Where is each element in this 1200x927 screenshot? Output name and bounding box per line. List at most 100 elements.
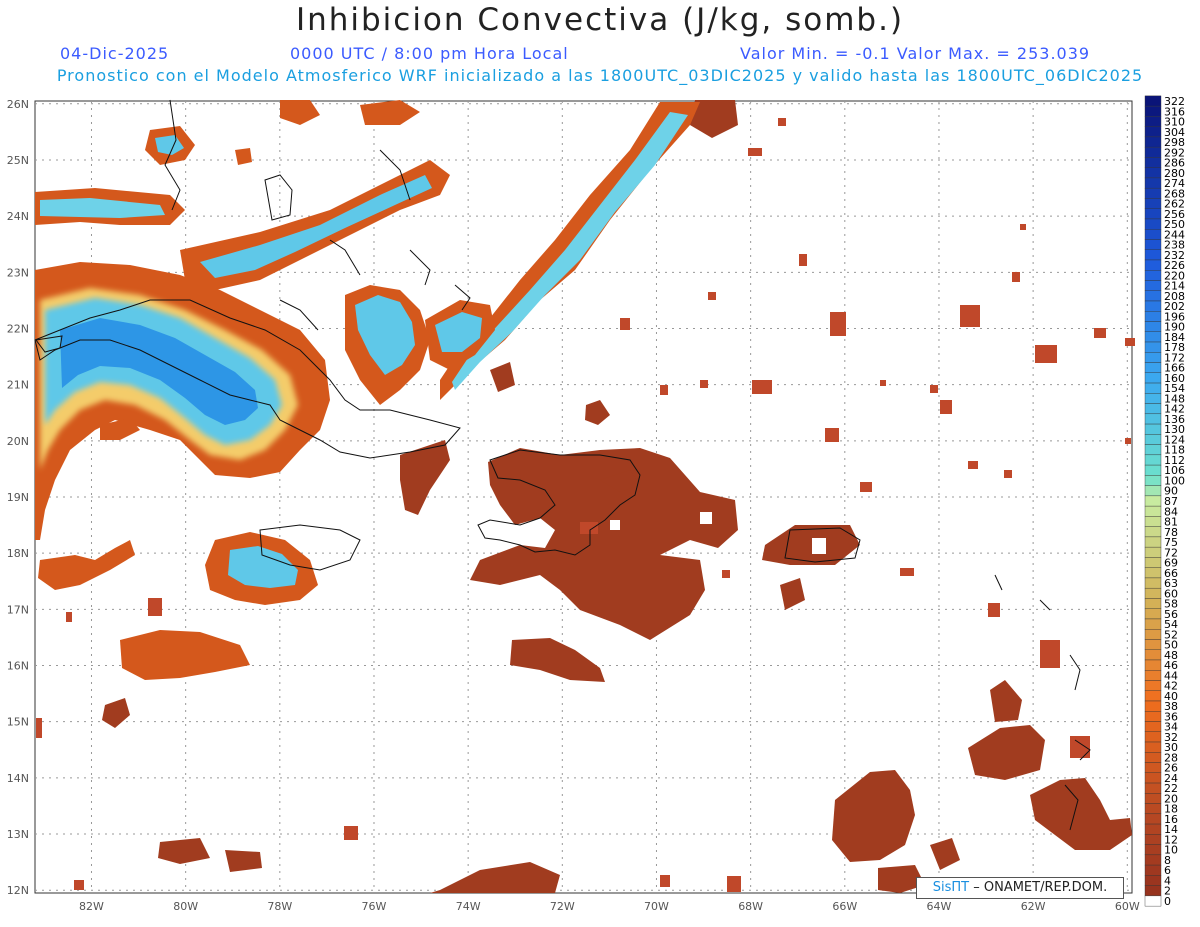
colorbar-swatch — [1144, 413, 1162, 425]
colorbar-swatch — [1144, 854, 1162, 866]
map-canvas: 82W 80W 78W 76W 74W 72W 70W 68W 66W 64W 62W 60W 12N 1… — [7, 95, 1185, 913]
colorbar-swatch — [1144, 362, 1162, 373]
colorbar-swatch — [1144, 875, 1162, 886]
colorbar-swatch — [1144, 218, 1162, 230]
colorbar-swatch — [1144, 823, 1162, 835]
lon-tick-label: 72W — [550, 900, 575, 913]
colorbar-swatch — [1144, 116, 1162, 127]
colorbar-swatch — [1144, 321, 1162, 332]
lat-tick-label: 17N — [7, 603, 29, 616]
colorbar-swatch — [1144, 731, 1162, 743]
colorbar-swatch — [1144, 587, 1162, 599]
colorbar-swatch — [1144, 475, 1162, 486]
colorbar-swatch — [1144, 536, 1162, 548]
colorbar-swatch — [1144, 690, 1162, 702]
colorbar-swatch — [1144, 454, 1162, 466]
lat-tick-label: 19N — [7, 491, 29, 504]
lon-tick-label: 62W — [1021, 900, 1046, 913]
colorbar-swatch — [1144, 259, 1162, 271]
colorbar-swatch — [1144, 803, 1162, 815]
colorbar-swatch — [1144, 187, 1162, 199]
colorbar-swatch — [1144, 423, 1162, 435]
colorbar-swatch — [1144, 608, 1162, 620]
colorbar-swatch — [1144, 567, 1162, 579]
colorbar-swatch — [1144, 505, 1162, 517]
lat-tick-label: 16N — [7, 660, 29, 673]
colorbar-swatch — [1144, 772, 1162, 784]
lon-tick-label: 74W — [456, 900, 481, 913]
colorbar-swatch — [1144, 382, 1162, 394]
lat-tick-label: 13N — [7, 828, 29, 841]
colorbar-swatch — [1144, 311, 1162, 322]
colorbar-swatch — [1144, 711, 1162, 722]
colorbar-swatch — [1144, 331, 1162, 343]
colorbar-swatch — [1144, 198, 1162, 209]
colorbar-swatch — [1144, 885, 1162, 897]
lat-tick-label: 22N — [7, 322, 29, 335]
colorbar-swatch — [1144, 146, 1162, 158]
credit-brand: SisПT — [932, 880, 970, 895]
colorbar-swatch — [1144, 864, 1162, 876]
colorbar-swatch — [1144, 485, 1162, 497]
lat-tick-label: 20N — [7, 435, 29, 448]
colorbar-swatch — [1144, 659, 1162, 671]
colorbar-swatch — [1144, 495, 1162, 507]
lon-tick-label: 78W — [267, 900, 292, 913]
lat-tick-label: 18N — [7, 547, 29, 560]
colorbar-swatch — [1144, 167, 1162, 179]
lon-tick-label: 64W — [927, 900, 952, 913]
colorbar-swatch — [1144, 782, 1162, 794]
colorbar-swatch — [1144, 239, 1162, 250]
lat-tick-label: 14N — [7, 772, 29, 785]
lon-tick-label: 66W — [832, 900, 857, 913]
colorbar-swatch — [1144, 208, 1162, 220]
colorbar-swatch — [1144, 639, 1162, 650]
colorbar-swatch — [1144, 105, 1162, 117]
colorbar-label: 0 — [1164, 895, 1171, 908]
colorbar-swatch — [1144, 721, 1162, 732]
colorbar-swatch — [1144, 834, 1162, 845]
colorbar-swatch — [1144, 157, 1162, 168]
colorbar-swatch — [1144, 393, 1162, 404]
colorbar-swatch — [1144, 526, 1162, 538]
colorbar-swatch — [1144, 249, 1162, 261]
colorbar-swatch — [1144, 136, 1162, 148]
lat-tick-label: 23N — [7, 266, 29, 279]
lat-tick-label: 15N — [7, 716, 29, 729]
colorbar-swatch — [1144, 341, 1162, 353]
colorbar-swatch — [1144, 516, 1162, 527]
colorbar-swatch — [1144, 680, 1162, 691]
colorbar-swatch — [1144, 557, 1162, 568]
colorbar-swatch — [1144, 546, 1162, 558]
colorbar-swatch — [1144, 372, 1162, 384]
colorbar-swatch — [1144, 629, 1162, 640]
colorbar-swatch — [1144, 270, 1162, 281]
credit-org: – ONAMET/REP.DOM. — [973, 880, 1108, 895]
colorbar-swatch — [1144, 464, 1162, 476]
colorbar-swatch — [1144, 280, 1162, 291]
colorbar-swatch — [1144, 95, 1162, 107]
colorbar-swatch — [1144, 598, 1162, 609]
colorbar-swatch — [1144, 444, 1162, 456]
colorbar-swatch — [1144, 752, 1162, 763]
colorbar-swatch — [1144, 741, 1162, 753]
colorbar-swatch — [1144, 844, 1162, 856]
lon-tick-label: 82W — [79, 900, 104, 913]
colorbar-swatch — [1144, 649, 1162, 661]
colorbar-swatch — [1144, 762, 1162, 773]
lon-tick-label: 80W — [173, 900, 198, 913]
colorbar-swatch — [1144, 434, 1162, 445]
colorbar-swatch — [1144, 352, 1162, 363]
lat-tick-label: 24N — [7, 210, 29, 223]
colorbar: 3223163103042982922862802742682622562502… — [1144, 95, 1185, 908]
lon-tick-label: 70W — [644, 900, 669, 913]
lat-tick-label: 26N — [7, 98, 29, 111]
colorbar-swatch — [1144, 670, 1162, 681]
colorbar-swatch — [1144, 290, 1162, 302]
colorbar-swatch — [1144, 126, 1162, 138]
lon-tick-label: 68W — [738, 900, 763, 913]
colorbar-swatch — [1144, 577, 1162, 589]
lat-tick-label: 25N — [7, 154, 29, 167]
colorbar-swatch — [1144, 793, 1162, 804]
colorbar-swatch — [1144, 229, 1162, 240]
